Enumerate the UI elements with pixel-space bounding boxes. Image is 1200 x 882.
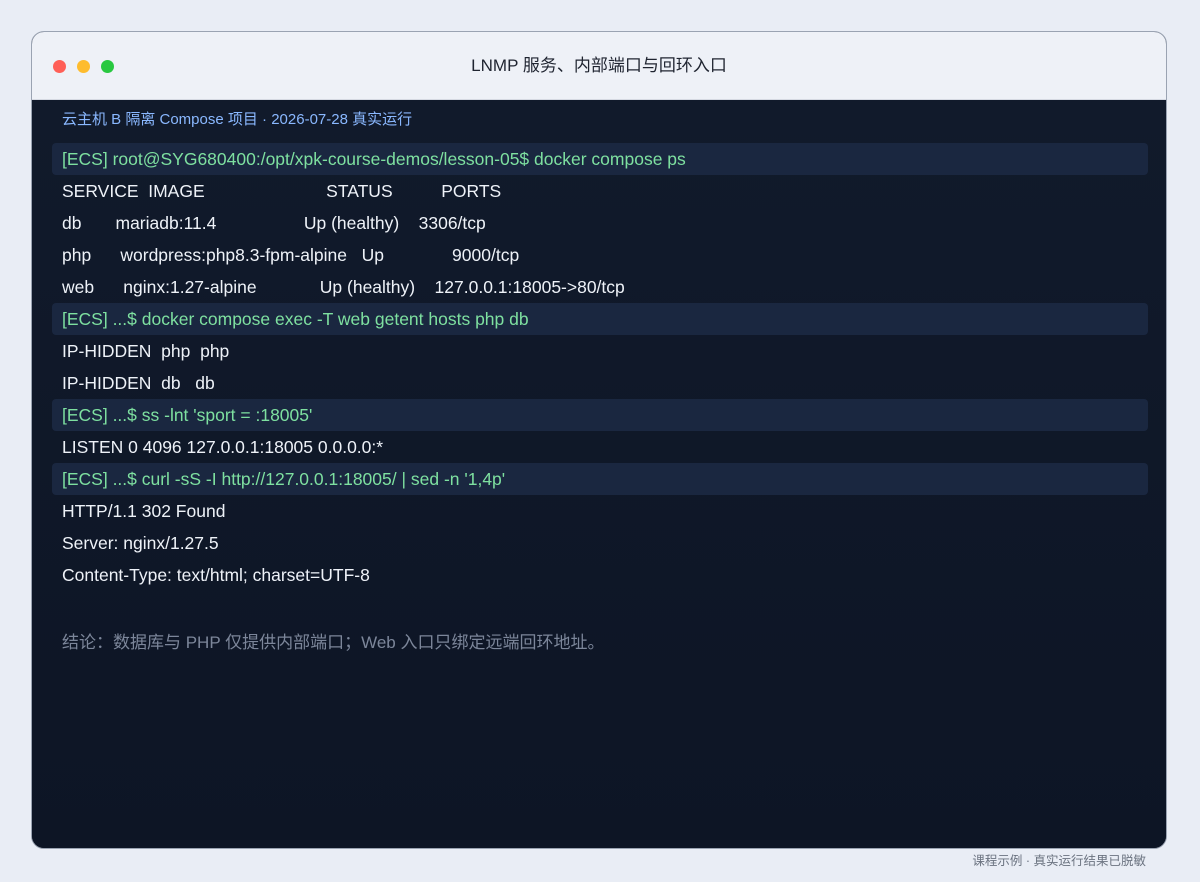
output-line: LISTEN 0 4096 127.0.0.1:18005 0.0.0.0:* (62, 437, 384, 457)
output-line: Server: nginx/1.27.5 (62, 533, 219, 553)
output-line: IP-HIDDEN php php (62, 341, 230, 361)
output-line: php wordpress:php8.3-fpm-alpine Up 9000/… (62, 245, 520, 265)
command-line: [ECS] ...$ curl -sS -I http://127.0.0.1:… (52, 463, 1148, 495)
command-line: [ECS] root@SYG680400:/opt/xpk-course-dem… (52, 143, 1148, 175)
terminal-subtitle: 云主机 B 隔离 Compose 项目 · 2026-07-28 真实运行 (62, 111, 413, 128)
footer-caption: 课程示例 · 真实运行结果已脱敏 (972, 854, 1146, 868)
command-line: [ECS] ...$ docker compose exec -T web ge… (52, 303, 1148, 335)
terminal-window: LNMP 服务、内部端口与回环入口 云主机 B 隔离 Compose 项目 · … (31, 31, 1167, 849)
output-line: db mariadb:11.4 Up (healthy) 3306/tcp (62, 213, 486, 233)
output-line: web nginx:1.27-alpine Up (healthy) 127.0… (62, 277, 625, 297)
output-line: IP-HIDDEN db db (62, 373, 215, 393)
output-line: HTTP/1.1 302 Found (62, 501, 226, 521)
conclusion-note: 结论：数据库与 PHP 仅提供内部端口；Web 入口只绑定远端回环地址。 (62, 633, 605, 652)
window-title: LNMP 服务、内部端口与回环入口 (471, 56, 727, 75)
terminal-output[interactable]: 云主机 B 隔离 Compose 项目 · 2026-07-28 真实运行 [E… (32, 100, 1166, 848)
output-line: Content-Type: text/html; charset=UTF-8 (62, 565, 370, 585)
command-line: [ECS] ...$ ss -lnt 'sport = :18005' (52, 399, 1148, 431)
output-line: SERVICE IMAGE STATUS PORTS (62, 181, 502, 201)
title-bar: LNMP 服务、内部端口与回环入口 (32, 32, 1166, 100)
